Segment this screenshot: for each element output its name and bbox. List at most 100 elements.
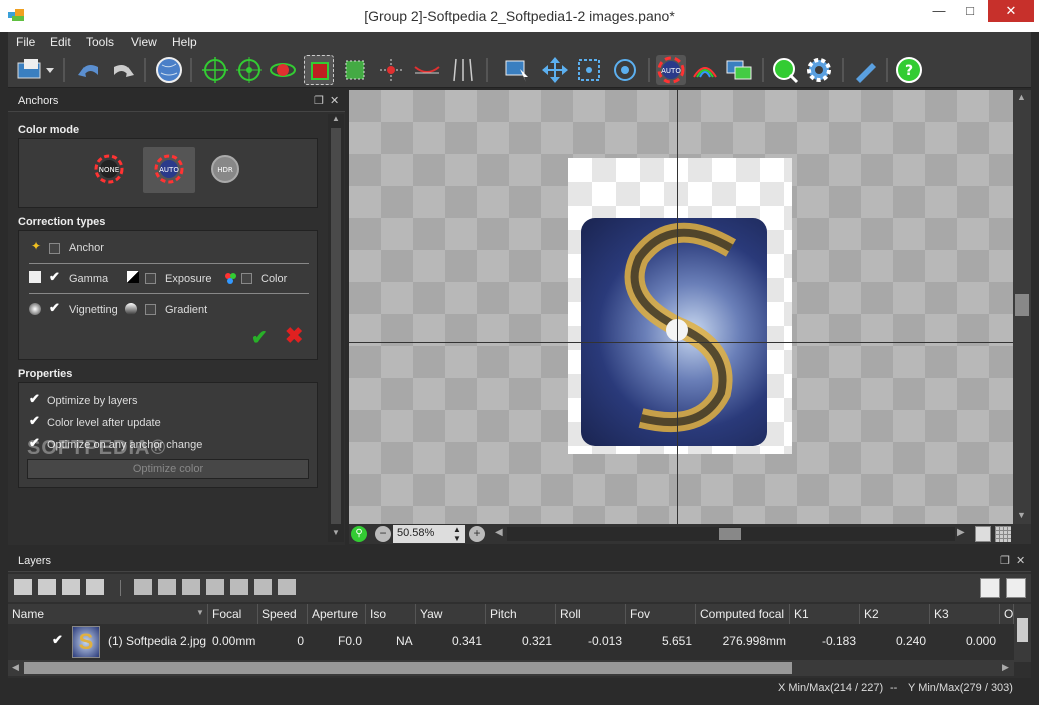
rotate-button[interactable] [268, 55, 298, 85]
col-focal[interactable]: Focal [208, 604, 258, 624]
layer-view-e-icon[interactable] [980, 578, 1000, 598]
col-o[interactable]: O [1000, 604, 1014, 624]
target-button[interactable] [610, 55, 640, 85]
layers-hscroll-right-icon[interactable]: ▶ [1002, 662, 1009, 673]
redo-button[interactable] [108, 55, 138, 85]
panorama-preview[interactable] [349, 90, 1013, 524]
group-a-icon[interactable] [182, 579, 200, 595]
layout-dropdown-button[interactable] [14, 55, 58, 85]
add-layer-icon[interactable] [14, 579, 32, 595]
optimize-layers-checkbox[interactable]: ✔ [29, 391, 40, 407]
preview-scroll-down-icon[interactable]: ▼ [1017, 510, 1026, 520]
color-level-checkbox[interactable]: ✔ [29, 413, 40, 429]
minimize-button[interactable]: — [924, 0, 954, 22]
center-point-button[interactable] [376, 55, 406, 85]
close-button[interactable]: ✕ [988, 0, 1034, 22]
zoom-fit-icon[interactable]: ⚲ [351, 526, 367, 542]
preview-horizontal-scrollbar[interactable] [507, 527, 955, 541]
scroll-up-icon[interactable]: ▲ [332, 114, 340, 123]
preview-hscroll-thumb[interactable] [719, 528, 741, 540]
col-roll[interactable]: Roll [556, 604, 626, 624]
menu-edit[interactable]: Edit [50, 35, 71, 49]
apply-check-icon[interactable]: ✔ [251, 325, 268, 350]
col-iso[interactable]: Iso [366, 604, 416, 624]
col-yaw[interactable]: Yaw [416, 604, 486, 624]
grid-points-button[interactable] [574, 55, 604, 85]
menu-file[interactable]: File [16, 35, 35, 49]
pan-button[interactable] [540, 55, 570, 85]
color-auto-option[interactable]: AUTO [143, 147, 195, 193]
panel-close-icon[interactable]: ✕ [330, 94, 339, 107]
layers-vertical-scrollbar[interactable] [1014, 604, 1031, 662]
group-s-icon[interactable] [278, 579, 296, 595]
group-b-icon[interactable] [206, 579, 224, 595]
gamma-checkbox[interactable]: ✔ [49, 269, 60, 285]
preview-button[interactable] [724, 55, 754, 85]
exposure-checkbox[interactable] [145, 273, 156, 284]
col-fov[interactable]: Fov [626, 604, 696, 624]
scroll-down-icon[interactable]: ▼ [332, 528, 340, 537]
cancel-x-icon[interactable]: ✖ [285, 323, 303, 349]
menu-tools[interactable]: Tools [86, 35, 114, 49]
col-k1[interactable]: K1 [790, 604, 860, 624]
preview-vscroll-thumb[interactable] [1015, 294, 1029, 316]
maximize-button[interactable]: □ [955, 0, 985, 22]
color-none-button[interactable]: NONE [93, 153, 125, 188]
layer-settings-icon[interactable] [86, 579, 104, 595]
anchor-checkbox[interactable] [49, 243, 60, 254]
zoom-in-icon[interactable]: + [469, 526, 485, 542]
edit-layer-icon[interactable] [62, 579, 80, 595]
col-speed[interactable]: Speed [258, 604, 308, 624]
col-k2[interactable]: K2 [860, 604, 930, 624]
group-t-icon[interactable] [254, 579, 272, 595]
layers-vscroll-thumb[interactable] [1017, 618, 1028, 642]
remove-group-icon[interactable] [158, 579, 176, 595]
col-name[interactable]: Name [8, 604, 208, 624]
render-button[interactable] [770, 55, 800, 85]
move-layer-button[interactable] [502, 55, 532, 85]
grid-view-icon[interactable] [995, 526, 1011, 542]
hscroll-left-icon[interactable]: ◀ [495, 527, 503, 538]
group-f-icon[interactable] [230, 579, 248, 595]
add-control-point-button[interactable] [200, 55, 230, 85]
layer-visible-checkbox[interactable]: ✔ [52, 632, 63, 648]
help-button[interactable]: ? [894, 55, 924, 85]
anchors-scrollbar[interactable]: ▲ ▼ [328, 114, 344, 542]
layers-hscroll-left-icon[interactable]: ◀ [12, 662, 19, 673]
optimize-color-button[interactable]: Optimize color [27, 459, 309, 479]
zoom-spinner-icon[interactable]: ▲ ▼ [453, 525, 461, 543]
preview-scroll-up-icon[interactable]: ▲ [1017, 92, 1026, 102]
table-row[interactable]: ✔ S (1) Softpedia 2.jpg 0.00mm 0 F0.0 NA… [8, 624, 1014, 660]
zoom-out-icon[interactable]: − [375, 526, 391, 542]
vertical-lines-button[interactable] [448, 55, 478, 85]
add-group-icon[interactable] [134, 579, 152, 595]
horizon-button[interactable] [412, 55, 442, 85]
color-hdr-button[interactable]: HDR [209, 153, 241, 188]
layers-close-icon[interactable]: ✕ [1016, 554, 1025, 567]
anchors-scroll-thumb[interactable] [331, 128, 341, 524]
vignetting-checkbox[interactable]: ✔ [49, 300, 60, 316]
layout-view-icon[interactable] [975, 526, 991, 542]
remove-layer-icon[interactable] [38, 579, 56, 595]
color-checkbox[interactable] [241, 273, 252, 284]
layers-hscroll-thumb[interactable] [24, 662, 792, 674]
col-pitch[interactable]: Pitch [486, 604, 556, 624]
preview-vertical-scrollbar[interactable]: ▲ ▼ [1013, 90, 1031, 524]
layers-undock-icon[interactable]: ❐ [1000, 554, 1010, 567]
zoom-field[interactable]: 50.58% ▲ ▼ [393, 525, 465, 543]
layer-view-l-icon[interactable] [1006, 578, 1026, 598]
color-balance-button[interactable] [690, 55, 720, 85]
layers-horizontal-scrollbar[interactable]: ◀ ▶ [8, 660, 1014, 676]
globe-button[interactable] [154, 55, 184, 85]
tools-button[interactable] [850, 55, 880, 85]
gradient-checkbox[interactable] [145, 304, 156, 315]
crop-button[interactable] [304, 55, 334, 85]
color-auto-button[interactable]: AUTO [656, 55, 686, 85]
col-computed-focal[interactable]: Computed focal [696, 604, 790, 624]
control-point-button[interactable] [234, 55, 264, 85]
menu-help[interactable]: Help [172, 35, 197, 49]
menu-view[interactable]: View [131, 35, 157, 49]
settings-button[interactable] [804, 55, 834, 85]
hscroll-right-icon[interactable]: ▶ [957, 527, 965, 538]
undo-button[interactable] [74, 55, 104, 85]
